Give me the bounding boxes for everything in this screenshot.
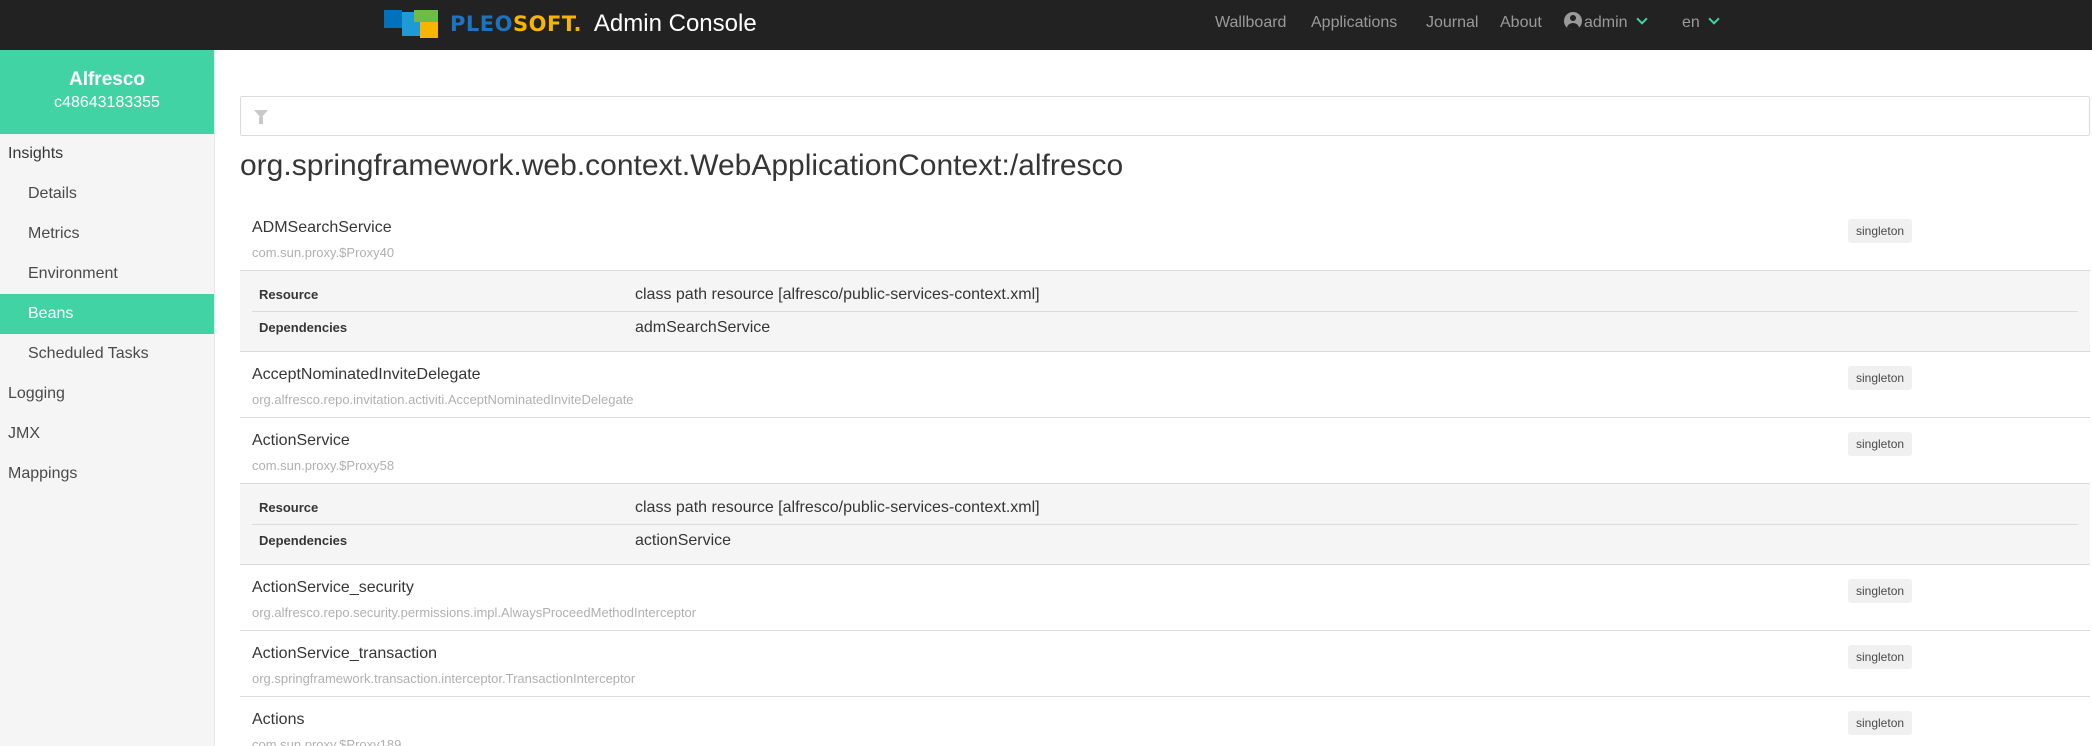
- sidebar-item-environment[interactable]: Environment: [0, 254, 214, 294]
- user-name: admin: [1584, 14, 1628, 31]
- bean-row[interactable]: ActionService_security org.alfresco.repo…: [240, 565, 2090, 631]
- console-title: Admin Console: [593, 10, 757, 37]
- sidebar-item-jmx[interactable]: JMX: [0, 414, 214, 454]
- filter-box[interactable]: [240, 96, 2090, 136]
- detail-row-dependencies: Dependencies admSearchService: [252, 311, 2078, 343]
- bean-type: com.sun.proxy.$Proxy40: [252, 245, 395, 260]
- brand[interactable]: PLEOSOFT. Admin Console: [384, 9, 757, 39]
- language-label: en: [1682, 14, 1700, 31]
- filter-icon: [254, 110, 268, 124]
- user-circle-icon: [1564, 12, 1582, 30]
- pleosoft-logo: [384, 10, 438, 38]
- language-menu[interactable]: en: [1682, 13, 1720, 32]
- nav-link-applications[interactable]: Applications: [1311, 14, 1397, 32]
- nav-link-about[interactable]: About: [1500, 14, 1542, 32]
- bean-details: Resource class path resource [alfresco/p…: [240, 271, 2090, 352]
- detail-row-dependencies: Dependencies actionService: [252, 524, 2078, 556]
- bean-row[interactable]: ActionService_transaction org.springfram…: [240, 631, 2090, 697]
- bean-row[interactable]: AcceptNominatedInviteDelegate org.alfres…: [240, 352, 2090, 418]
- sidebar-item-beans[interactable]: Beans: [0, 294, 214, 334]
- detail-value: admSearchService: [635, 319, 771, 336]
- filter-input[interactable]: [275, 97, 2075, 135]
- application-header: Alfresco c48643183355: [0, 50, 214, 134]
- bean-row[interactable]: ADMSearchService com.sun.proxy.$Proxy40 …: [240, 205, 2090, 271]
- application-id: c48643183355: [54, 94, 160, 111]
- detail-value: class path resource [alfresco/public-ser…: [635, 499, 1040, 516]
- bean-type: org.alfresco.repo.invitation.activiti.Ac…: [252, 392, 634, 407]
- scope-tag: singleton: [1848, 432, 1913, 456]
- sidebar-item-metrics[interactable]: Metrics: [0, 214, 214, 254]
- sidebar: Alfresco c48643183355 Insights Details M…: [0, 50, 215, 746]
- detail-key: Resource: [259, 287, 319, 302]
- detail-key: Dependencies: [259, 320, 348, 335]
- bean-name: ActionService_transaction: [252, 645, 437, 662]
- bean-name: AcceptNominatedInviteDelegate: [252, 366, 481, 383]
- nav-link-journal[interactable]: Journal: [1426, 14, 1478, 32]
- bean-row[interactable]: ActionService com.sun.proxy.$Proxy58 sin…: [240, 418, 2090, 484]
- nav-link-wallboard[interactable]: Wallboard: [1215, 14, 1286, 32]
- sidebar-item-scheduled-tasks[interactable]: Scheduled Tasks: [0, 334, 214, 374]
- bean-type: com.sun.proxy.$Proxy58: [252, 458, 395, 473]
- bean-details: Resource class path resource [alfresco/p…: [240, 484, 2090, 565]
- user-menu[interactable]: admin: [1564, 12, 1648, 32]
- detail-key: Resource: [259, 500, 319, 515]
- brand-wordmark-part2: SOFT.: [512, 12, 582, 36]
- bean-name: ActionService_security: [252, 579, 414, 596]
- bean-name: ADMSearchService: [252, 219, 392, 236]
- chevron-down-icon: [1708, 13, 1720, 25]
- detail-value: class path resource [alfresco/public-ser…: [635, 286, 1040, 303]
- bean-name: ActionService: [252, 432, 350, 449]
- sidebar-item-insights[interactable]: Insights: [0, 134, 214, 174]
- application-name: Alfresco: [68, 69, 146, 90]
- sidebar-item-details[interactable]: Details: [0, 174, 214, 214]
- sidebar-item-mappings[interactable]: Mappings: [0, 454, 214, 494]
- scope-tag: singleton: [1848, 579, 1913, 603]
- bean-type: org.alfresco.repo.security.permissions.i…: [252, 605, 697, 620]
- detail-row-resource: Resource class path resource [alfresco/p…: [252, 492, 2078, 524]
- detail-value: actionService: [635, 532, 732, 549]
- bean-list: ADMSearchService com.sun.proxy.$Proxy40 …: [240, 205, 2090, 746]
- chevron-down-icon: [1635, 13, 1648, 25]
- brand-wordmark-part1: PLEO: [450, 12, 513, 36]
- main-content: org.springframework.web.context.WebAppli…: [216, 50, 2092, 746]
- bean-name: Actions: [252, 711, 305, 728]
- scope-tag: singleton: [1848, 366, 1913, 390]
- bean-row[interactable]: Actions com.sun.proxy.$Proxy189 singleto…: [240, 697, 2090, 746]
- top-navbar: PLEOSOFT. Admin Console Wallboard Applic…: [0, 0, 2092, 50]
- sidebar-item-logging[interactable]: Logging: [0, 374, 214, 414]
- scope-tag: singleton: [1848, 711, 1913, 735]
- scope-tag: singleton: [1848, 645, 1913, 669]
- scope-tag: singleton: [1848, 219, 1913, 243]
- bean-type: com.sun.proxy.$Proxy189: [252, 737, 402, 746]
- context-title: org.springframework.web.context.WebAppli…: [240, 149, 1124, 182]
- brand-wordmark: PLEOSOFT.: [450, 12, 582, 36]
- detail-key: Dependencies: [259, 533, 348, 548]
- bean-type: org.springframework.transaction.intercep…: [252, 671, 636, 686]
- detail-row-resource: Resource class path resource [alfresco/p…: [252, 279, 2078, 311]
